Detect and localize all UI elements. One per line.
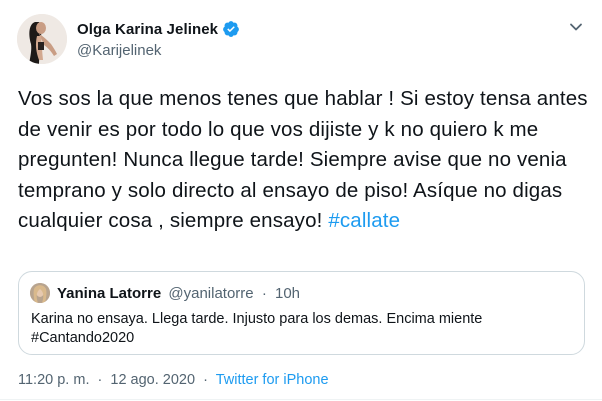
tweet-time[interactable]: 11:20 p. m. [18,372,89,388]
meta-separator-1: · [97,372,103,388]
tweet-text: Vos sos la que menos tenes que hablar ! … [18,84,598,237]
quoted-author-name: Yanina Latorre [57,285,162,302]
quoted-tweet[interactable]: Yanina Latorre @yanilatorre · 10h Karina… [18,271,585,355]
quoted-timestamp: 10h [274,285,301,302]
quoted-tweet-header: Yanina Latorre @yanilatorre · 10h [57,285,300,302]
verified-badge-icon [222,20,240,38]
quoted-separator: · [261,285,267,302]
author-name-row: Olga Karina Jelinek [77,20,240,38]
tweet-date[interactable]: 12 ago. 2020 [110,372,195,388]
quoted-text-line-1: Karina no ensaya. Llega tarde. Injusto p… [31,311,483,327]
chevron-down-icon[interactable] [566,17,586,37]
quoted-text-line-2: #Cantando2020 [31,330,135,346]
hashtag-link[interactable]: #callate [328,209,400,232]
author-avatar-photo [17,14,67,64]
tweet-source-link[interactable]: Twitter for iPhone [216,372,329,388]
meta-separator-2: · [203,372,208,388]
author-display-name[interactable]: Olga Karina Jelinek [77,21,218,38]
tweet-meta: 11:20 p. m. · 12 ago. 2020 · Twitter for… [18,372,329,388]
quoted-tweet-text: Karina no ensaya. Llega tarde. Injusto p… [31,310,571,348]
tweet-text-body: Vos sos la que menos tenes que hablar ! … [18,87,588,232]
tweet-card: Olga Karina Jelinek @Karijelinek Vos sos… [0,0,602,401]
quoted-author-avatar-photo [30,283,50,303]
author-avatar[interactable] [17,14,67,64]
divider [0,399,602,400]
quoted-author-handle: @yanilatorre [168,285,254,302]
author-handle[interactable]: @Karijelinek [77,42,161,59]
quoted-author-avatar [30,283,50,303]
